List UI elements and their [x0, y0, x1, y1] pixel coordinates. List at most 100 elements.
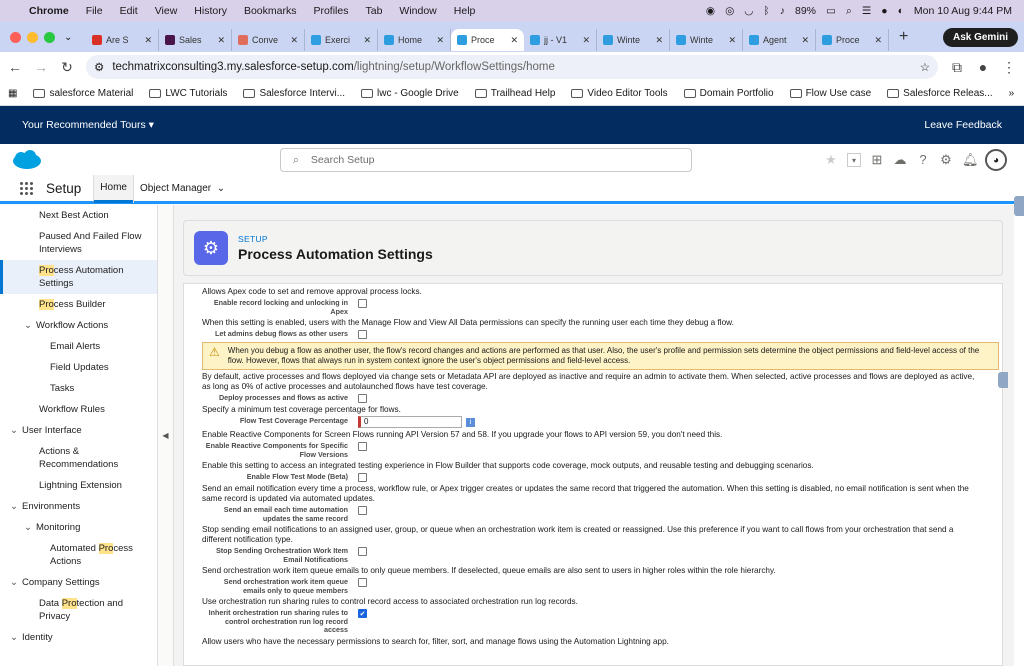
chrome-menu-icon[interactable]: ⋮: [1002, 59, 1016, 76]
chevron-down-icon[interactable]: ⌄: [24, 521, 36, 534]
menu-file[interactable]: File: [86, 5, 103, 17]
close-tab-icon[interactable]: ✕: [728, 35, 736, 46]
menu-profiles[interactable]: Profiles: [313, 5, 348, 17]
sidebar-item[interactable]: ⌄ User Interface: [0, 420, 157, 441]
close-tab-icon[interactable]: ✕: [363, 35, 371, 46]
bookmark-item[interactable]: LWC Tutorials: [149, 88, 227, 99]
avatar[interactable]: ◕: [985, 149, 1007, 171]
back-icon[interactable]: ←: [8, 59, 22, 75]
browser-tab[interactable]: Agent ✕: [743, 29, 816, 51]
close-tab-icon[interactable]: ✕: [290, 35, 298, 46]
sidebar-item[interactable]: Lightning Extension: [0, 475, 157, 496]
sidebar-item[interactable]: Paused And Failed Flow Interviews: [0, 226, 157, 260]
menu-view[interactable]: View: [155, 5, 178, 17]
search-icon[interactable]: ⌕: [846, 5, 852, 18]
menu-window[interactable]: Window: [399, 5, 436, 17]
info-icon[interactable]: i: [466, 418, 475, 427]
setting-checkbox[interactable]: [358, 330, 367, 339]
setting-checkbox[interactable]: [358, 578, 367, 587]
trailhead-icon[interactable]: ☁: [893, 153, 907, 167]
sidebar-item[interactable]: ⌄ Company Settings: [0, 572, 157, 593]
forward-icon[interactable]: →: [34, 59, 48, 75]
user-icon[interactable]: ●: [881, 5, 887, 17]
sidebar-item[interactable]: Process Automation Settings: [0, 260, 157, 294]
close-tab-icon[interactable]: ✕: [510, 35, 518, 46]
bookmark-item[interactable]: Video Editor Tools: [571, 88, 668, 99]
chevron-down-icon[interactable]: ⌄: [10, 631, 22, 644]
reload-icon[interactable]: ↻: [60, 59, 74, 76]
help-icon[interactable]: ?: [916, 153, 930, 167]
bookmark-item[interactable]: salesforce Material: [33, 88, 133, 99]
setting-checkbox[interactable]: [358, 506, 367, 515]
recommended-tours-dropdown[interactable]: Your Recommended Tours ▾: [22, 119, 154, 131]
ask-gemini-button[interactable]: Ask Gemini: [942, 27, 1018, 47]
siri-icon[interactable]: ◐: [898, 5, 904, 17]
setting-checkbox[interactable]: [358, 394, 367, 403]
chevron-down-icon[interactable]: ⌄: [24, 319, 36, 332]
browser-tab[interactable]: Sales ✕: [159, 29, 232, 51]
menu-edit[interactable]: Edit: [120, 5, 138, 17]
setting-checkbox[interactable]: [358, 442, 367, 451]
bluetooth-icon[interactable]: ᛒ: [763, 5, 769, 17]
sidebar-item[interactable]: Actions & Recommendations: [0, 441, 157, 475]
tab-object-manager[interactable]: Object Manager ⌄: [132, 174, 231, 203]
app-menu-chrome[interactable]: Chrome: [29, 5, 69, 17]
setup-gear-icon[interactable]: ⚙: [939, 153, 953, 167]
bookmark-item[interactable]: Flow Use case: [789, 88, 871, 99]
setting-checkbox[interactable]: [358, 299, 367, 308]
sidebar-item[interactable]: Automated Process Actions: [0, 538, 157, 572]
close-tab-icon[interactable]: ✕: [874, 35, 882, 46]
more-bookmarks-icon[interactable]: »: [1009, 88, 1015, 99]
browser-tab[interactable]: Exerci ✕: [305, 29, 378, 51]
sidebar-item[interactable]: Field Updates: [0, 357, 157, 378]
bookmark-item[interactable]: Salesforce Releas...: [887, 88, 993, 99]
browser-tab[interactable]: Winte ✕: [597, 29, 670, 51]
menu-clock[interactable]: Mon 10 Aug 9:44 PM: [914, 5, 1012, 17]
close-tab-icon[interactable]: ✕: [436, 35, 444, 46]
sidebar-item[interactable]: ⌄ Environments: [0, 496, 157, 517]
chevron-down-icon[interactable]: ⌄: [10, 500, 22, 513]
setting-checkbox[interactable]: [358, 547, 367, 556]
sidebar-item[interactable]: ⌄ Identity: [0, 627, 157, 648]
bookmark-star-icon[interactable]: ☆: [920, 60, 930, 74]
setting-checkbox[interactable]: ✔: [358, 609, 367, 618]
sound-icon[interactable]: ♪: [780, 5, 785, 17]
browser-tab[interactable]: Home ✕: [378, 29, 451, 51]
menu-bookmarks[interactable]: Bookmarks: [244, 5, 297, 17]
global-actions-icon[interactable]: ⊞: [870, 153, 884, 167]
leave-feedback-link[interactable]: Leave Feedback: [924, 119, 1002, 131]
browser-tab[interactable]: Are S ✕: [86, 29, 159, 51]
browser-tab[interactable]: Conve ✕: [232, 29, 305, 51]
browser-tab[interactable]: Proce ✕: [816, 29, 889, 51]
browser-tab[interactable]: Proce ✕: [451, 29, 524, 51]
search-input[interactable]: ⌕ Search Setup: [280, 148, 692, 172]
chevron-down-icon[interactable]: ⌄: [217, 183, 225, 194]
sidebar-item[interactable]: ⌄ Workflow Actions: [0, 315, 157, 336]
minimize-window-button[interactable]: [27, 31, 38, 43]
close-tab-icon[interactable]: ✕: [582, 35, 590, 46]
menu-help[interactable]: Help: [454, 5, 476, 17]
menu-history[interactable]: History: [194, 5, 227, 17]
close-window-button[interactable]: [10, 31, 21, 43]
salesforce-logo-icon[interactable]: [12, 150, 42, 170]
sidebar-item[interactable]: Next Best Action: [0, 205, 157, 226]
zoom-window-button[interactable]: [44, 31, 55, 43]
bookmark-item[interactable]: Domain Portfolio: [683, 88, 774, 99]
scroll-handle[interactable]: [998, 372, 1008, 388]
apps-grid-icon[interactable]: ▦: [8, 88, 17, 99]
tab-search-icon[interactable]: ⌄: [64, 32, 86, 43]
extensions-icon[interactable]: ⧉: [950, 59, 964, 76]
sidebar-item[interactable]: Workflow Rules: [0, 399, 157, 420]
browser-tab[interactable]: jj - V1 ✕: [524, 29, 597, 51]
app-launcher-icon[interactable]: [20, 181, 34, 196]
notifications-bell-icon[interactable]: 🔔︎: [962, 153, 979, 167]
control-center-icon[interactable]: ☰: [862, 5, 871, 17]
tab-home[interactable]: Home: [93, 174, 133, 203]
setting-checkbox[interactable]: [358, 473, 367, 482]
battery-icon[interactable]: ▭: [826, 5, 836, 17]
wifi-icon[interactable]: ◡: [744, 5, 753, 17]
close-tab-icon[interactable]: ✕: [801, 35, 809, 46]
coverage-percentage-input[interactable]: 0: [358, 416, 462, 428]
collapse-sidebar-button[interactable]: ◀: [158, 205, 174, 666]
menu-tab[interactable]: Tab: [365, 5, 382, 17]
